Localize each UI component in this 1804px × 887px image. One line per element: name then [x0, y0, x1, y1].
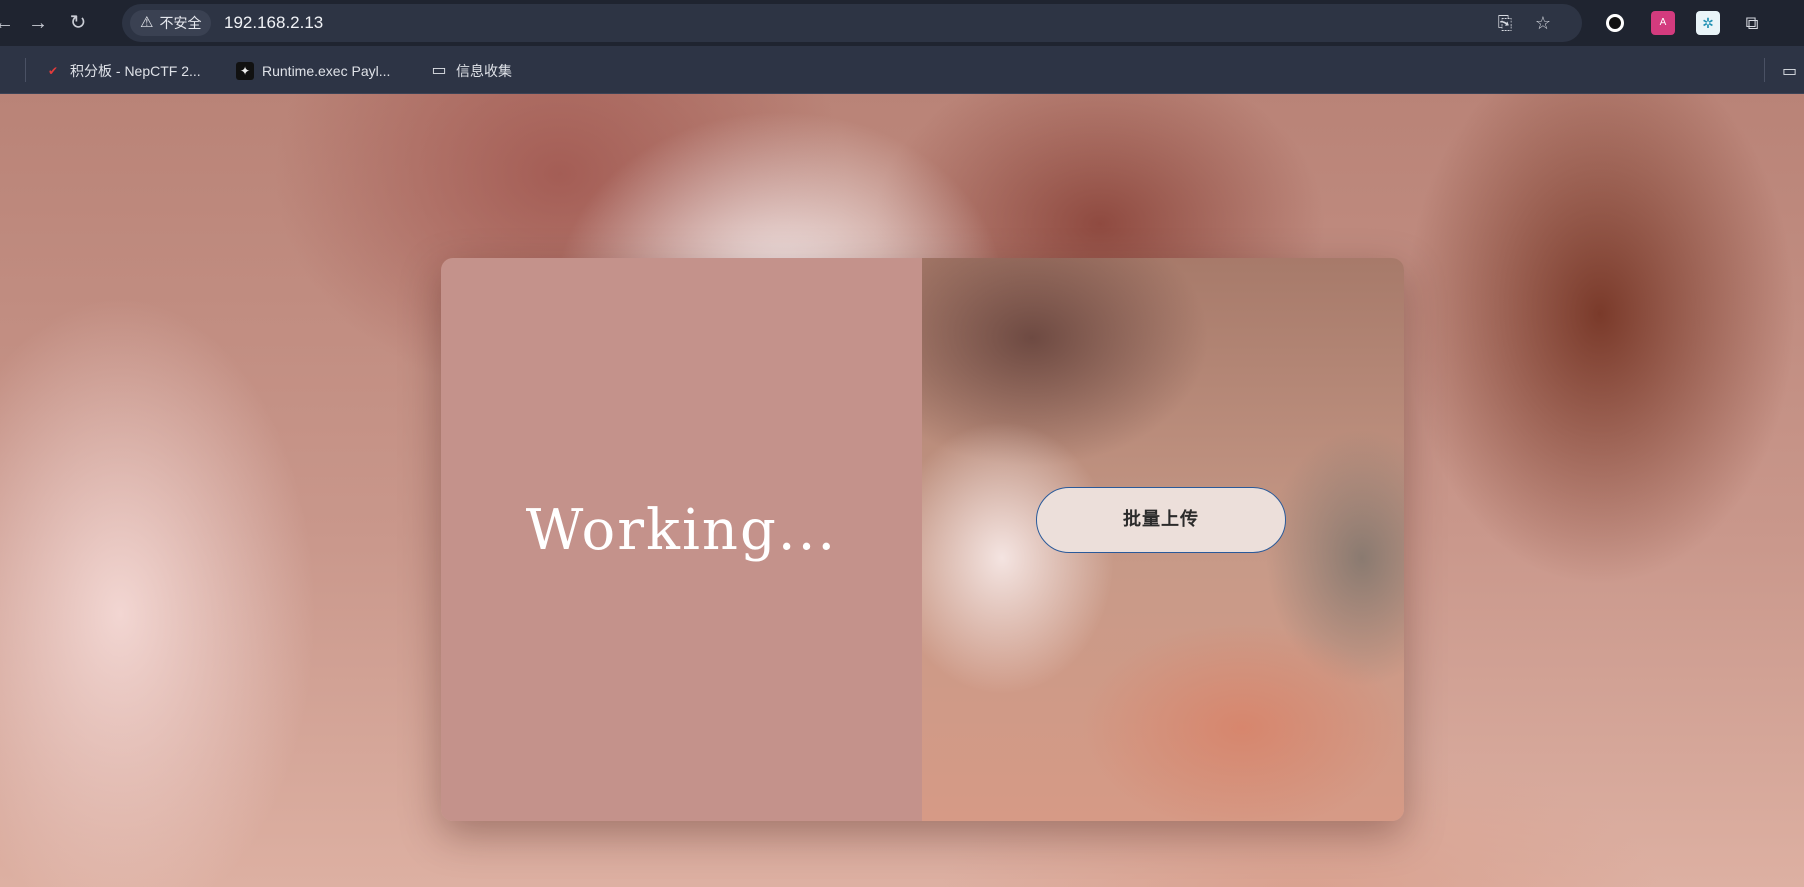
folder-icon: ▭ [431, 62, 447, 79]
warning-icon: ⚠ [140, 14, 154, 31]
browser-toolbar: ← → ↻ ⚠ 不安全 192.168.2.13 ⎘ ☆ A ✲ ⧉ [0, 0, 1804, 46]
url-text[interactable]: 192.168.2.13 [224, 13, 323, 33]
bookmark-label: 信息收集 [456, 63, 512, 79]
address-bar[interactable]: ⚠ 不安全 192.168.2.13 ⎘ ☆ [122, 4, 1582, 42]
back-button[interactable]: ← [0, 9, 18, 37]
bookmark-nepctf[interactable]: ✔ 积分板 - NepCTF 2... [44, 60, 201, 82]
runtime-favicon-icon: ✦ [236, 62, 254, 80]
card-right-image-panel: 批量上传 [922, 258, 1404, 821]
bookmarks-separator [25, 58, 26, 82]
scoreboard-favicon-icon: ✔ [47, 64, 59, 78]
status-heading: Working... [525, 498, 838, 563]
forward-button[interactable]: → [24, 9, 52, 37]
all-bookmarks-folder-icon[interactable]: ▭ [1782, 60, 1797, 82]
translate-icon[interactable]: ⎘ [1494, 12, 1516, 34]
extension-snowflake-icon[interactable]: ✲ [1696, 11, 1720, 35]
batch-upload-button[interactable]: 批量上传 [1036, 487, 1286, 553]
bookmarks-separator [1764, 58, 1765, 82]
bookmark-folder-info[interactable]: ▭ 信息收集 [430, 60, 512, 82]
bookmark-label: 积分板 - NepCTF 2... [70, 63, 201, 79]
bookmark-star-icon[interactable]: ☆ [1532, 12, 1554, 34]
reload-button[interactable]: ↻ [64, 9, 92, 37]
bookmarks-bar: ✔ 积分板 - NepCTF 2... ✦ Runtime.exec Payl.… [0, 46, 1804, 94]
card-left-panel: Working... [441, 258, 922, 821]
security-chip[interactable]: ⚠ 不安全 [130, 10, 212, 36]
extension-circle-icon[interactable] [1606, 14, 1624, 32]
upload-card: Working... 批量上传 [441, 258, 1404, 821]
page-background: Working... 批量上传 [0, 94, 1804, 887]
security-label: 不安全 [159, 15, 202, 31]
bookmark-label: Runtime.exec Payl... [262, 63, 391, 79]
bookmark-runtime-exec[interactable]: ✦ Runtime.exec Payl... [236, 60, 390, 82]
extension-translate-icon[interactable]: A [1651, 11, 1675, 35]
extensions-puzzle-icon[interactable]: ⧉ [1740, 11, 1764, 35]
